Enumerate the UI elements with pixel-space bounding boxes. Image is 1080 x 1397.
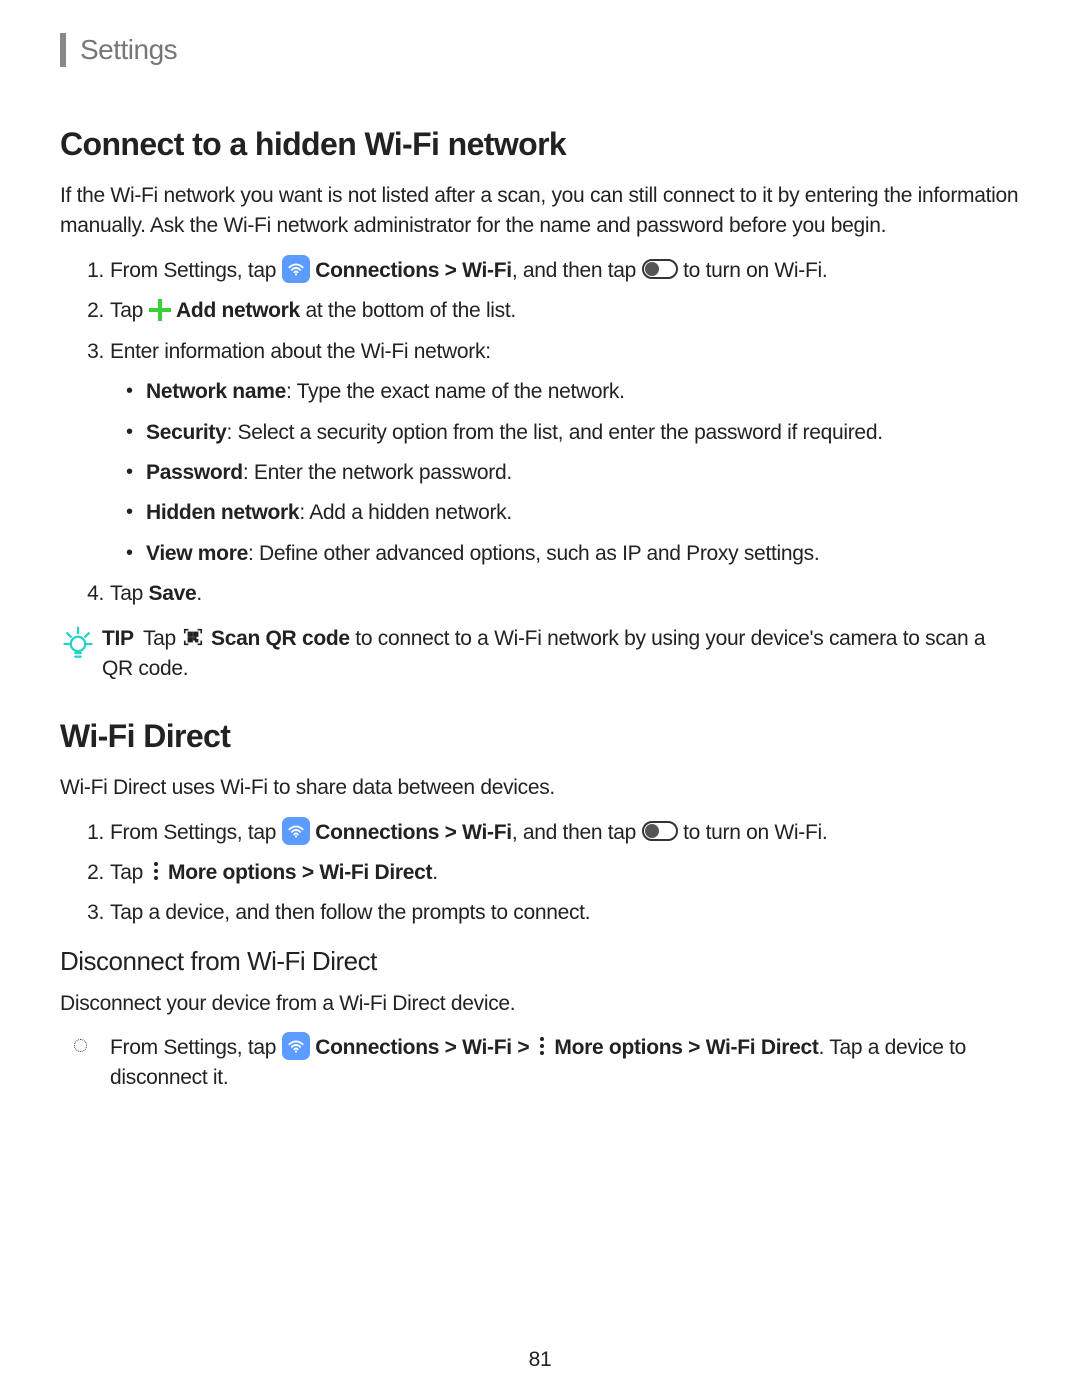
- step-number: 4.: [74, 579, 104, 609]
- header-bar: [60, 33, 66, 67]
- step-text: More options: [554, 1036, 682, 1059]
- step-text: Tap: [110, 861, 149, 884]
- page-number: 81: [0, 1345, 1080, 1375]
- step-text: .: [432, 861, 438, 884]
- toggle-icon: [642, 259, 678, 279]
- sub-list: Network name: Type the exact name of the…: [110, 377, 1020, 569]
- wifi-icon: [282, 255, 310, 283]
- intro-paragraph: Wi-Fi Direct uses Wi-Fi to share data be…: [60, 773, 1020, 803]
- step-text: .: [196, 582, 202, 605]
- step-text: Tap: [110, 299, 149, 322]
- item-text: : Enter the network password.: [243, 461, 512, 484]
- item-label: View more: [146, 542, 248, 565]
- step-text: >: [439, 259, 462, 282]
- circle-list: From Settings, tap Connections > Wi-Fi >…: [60, 1033, 1020, 1094]
- step-text: Wi-Fi Direct: [706, 1036, 819, 1059]
- step-text: Tap a device, and then follow the prompt…: [110, 901, 590, 924]
- step-text: From Settings, tap: [110, 1036, 282, 1059]
- list-item: From Settings, tap Connections > Wi-Fi >…: [110, 1033, 1020, 1094]
- step-text: Connections: [315, 259, 439, 282]
- step-text: >: [439, 1036, 462, 1059]
- page-header: Settings: [60, 30, 1020, 71]
- step-text: to turn on Wi-Fi.: [683, 259, 827, 282]
- step-text: Wi-Fi: [462, 259, 512, 282]
- step-text: >: [683, 1036, 706, 1059]
- list-item: Hidden network: Add a hidden network.: [146, 498, 1020, 528]
- list-item: View more: Define other advanced options…: [146, 539, 1020, 569]
- tip-block: TIP Tap Scan QR code to connect to a Wi-…: [60, 624, 1020, 685]
- lightbulb-icon: [60, 624, 102, 671]
- step-2: 2. Tap Add network at the bottom of the …: [110, 296, 1020, 326]
- item-label: Password: [146, 461, 243, 484]
- list-item: Network name: Type the exact name of the…: [146, 377, 1020, 407]
- more-options-icon: [149, 860, 163, 882]
- step-text: Connections: [315, 1036, 439, 1059]
- step-text: Wi-Fi: [462, 1036, 512, 1059]
- step-text: >: [512, 1036, 535, 1059]
- step-number: 3.: [74, 337, 104, 367]
- wifi-icon: [282, 817, 310, 845]
- section-title-hidden-wifi: Connect to a hidden Wi-Fi network: [60, 121, 1020, 167]
- step-4: 4. Tap Save.: [110, 579, 1020, 609]
- step-text: to turn on Wi-Fi.: [683, 821, 827, 844]
- intro-paragraph: If the Wi-Fi network you want is not lis…: [60, 181, 1020, 242]
- step-2: 2. Tap More options > Wi-Fi Direct.: [110, 858, 1020, 888]
- plus-icon: [149, 299, 171, 321]
- step-text: Connections: [315, 821, 439, 844]
- section-title-wifi-direct: Wi-Fi Direct: [60, 713, 1020, 759]
- step-number: 1.: [74, 256, 104, 286]
- item-text: : Select a security option from the list…: [226, 421, 882, 444]
- item-label: Hidden network: [146, 501, 299, 524]
- step-text: at the bottom of the list.: [300, 299, 516, 322]
- step-number: 3.: [74, 898, 104, 928]
- step-text: >: [296, 861, 319, 884]
- step-number: 1.: [74, 818, 104, 848]
- section-title-disconnect: Disconnect from Wi-Fi Direct: [60, 943, 1020, 981]
- step-text: Wi-Fi: [462, 821, 512, 844]
- list-item: Security: Select a security option from …: [146, 418, 1020, 448]
- circle-bullet-icon: [74, 1039, 87, 1052]
- step-text: From Settings, tap: [110, 821, 282, 844]
- step-text: , and then tap: [512, 821, 642, 844]
- item-text: : Define other advanced options, such as…: [248, 542, 819, 565]
- step-text: From Settings, tap: [110, 259, 282, 282]
- toggle-icon: [642, 821, 678, 841]
- header-title: Settings: [80, 30, 177, 71]
- step-1: 1. From Settings, tap Connections > Wi-F…: [110, 256, 1020, 286]
- step-text: Tap: [110, 582, 149, 605]
- step-text: , and then tap: [512, 259, 642, 282]
- step-3: 3. Tap a device, and then follow the pro…: [110, 898, 1020, 928]
- item-text: : Add a hidden network.: [299, 501, 512, 524]
- list-item: Password: Enter the network password.: [146, 458, 1020, 488]
- step-text: Save: [149, 582, 197, 605]
- tip-text: Scan QR code: [211, 627, 350, 650]
- step-text: Add network: [176, 299, 300, 322]
- item-label: Network name: [146, 380, 286, 403]
- more-options-icon: [535, 1035, 549, 1057]
- intro-paragraph: Disconnect your device from a Wi-Fi Dire…: [60, 989, 1020, 1019]
- step-number: 2.: [74, 858, 104, 888]
- item-label: Security: [146, 421, 226, 444]
- tip-label: TIP: [102, 627, 134, 650]
- step-text: >: [439, 821, 462, 844]
- step-text: Wi-Fi Direct: [319, 861, 432, 884]
- step-3: 3. Enter information about the Wi-Fi net…: [110, 337, 1020, 570]
- step-1: 1. From Settings, tap Connections > Wi-F…: [110, 818, 1020, 848]
- steps-list-1: 1. From Settings, tap Connections > Wi-F…: [60, 256, 1020, 610]
- step-number: 2.: [74, 296, 104, 326]
- item-text: : Type the exact name of the network.: [286, 380, 625, 403]
- step-text: More options: [168, 861, 296, 884]
- tip-body: TIP Tap Scan QR code to connect to a Wi-…: [102, 624, 1020, 685]
- qr-icon: [181, 625, 205, 649]
- step-text: Enter information about the Wi-Fi networ…: [110, 340, 491, 363]
- steps-list-2: 1. From Settings, tap Connections > Wi-F…: [60, 818, 1020, 929]
- wifi-icon: [282, 1032, 310, 1060]
- tip-text: Tap: [143, 627, 182, 650]
